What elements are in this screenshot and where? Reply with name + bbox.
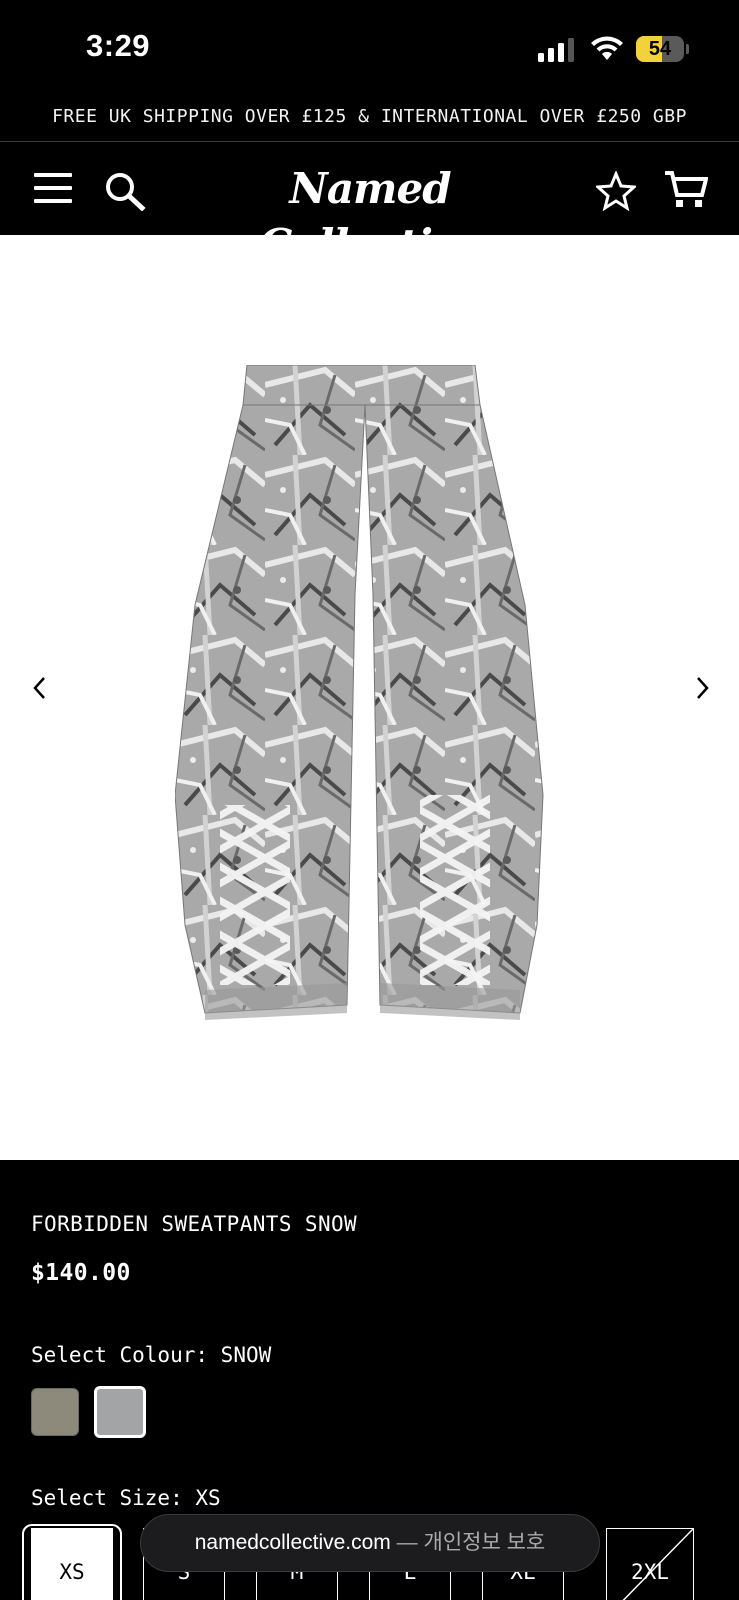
shipping-announcement: FREE UK SHIPPING OVER £125 & INTERNATION…: [0, 100, 739, 142]
size-option-xs[interactable]: XS: [31, 1528, 113, 1600]
colour-label-text: Select Colour:: [31, 1343, 209, 1367]
sold-out-strike: [622, 1529, 693, 1600]
size-option-2xl[interactable]: 2XL: [606, 1528, 694, 1600]
site-header: Named Collective: [0, 143, 739, 269]
wifi-icon: [591, 36, 623, 60]
url-separator: —: [396, 1531, 418, 1554]
star-icon[interactable]: [596, 171, 636, 211]
status-bar: 3:29 54: [0, 0, 739, 100]
product-image: [175, 365, 544, 1020]
colour-swatch-snow[interactable]: [94, 1386, 146, 1438]
chevron-right-icon[interactable]: [690, 673, 714, 703]
product-title: FORBIDDEN SWEATPANTS SNOW: [31, 1212, 358, 1236]
product-price: $140.00: [31, 1260, 131, 1286]
battery-percent: 54: [648, 38, 672, 60]
status-time: 3:29: [86, 28, 151, 63]
url-domain: namedcollective.com: [194, 1531, 391, 1554]
cart-icon[interactable]: [664, 169, 708, 209]
size-label-text: Select Size:: [31, 1486, 183, 1510]
menu-icon[interactable]: [34, 173, 72, 203]
product-gallery[interactable]: [0, 235, 739, 1160]
browser-url-bar[interactable]: namedcollective.com — 개인정보 보호: [140, 1514, 600, 1572]
colour-swatch-grey-olive[interactable]: [31, 1388, 79, 1436]
size-selector-label: Select Size: XS: [31, 1486, 221, 1510]
chevron-left-icon[interactable]: [28, 673, 52, 703]
selected-size: XS: [195, 1486, 221, 1510]
selected-colour: SNOW: [220, 1343, 272, 1367]
colour-selector-label: Select Colour: SNOW: [31, 1343, 271, 1367]
brand-logo[interactable]: Named Collective: [190, 161, 550, 269]
search-icon[interactable]: [104, 171, 146, 211]
privacy-label: 개인정보 보호: [423, 1531, 546, 1554]
cellular-signal-icon: [538, 38, 574, 62]
battery-icon: 54: [636, 36, 689, 62]
